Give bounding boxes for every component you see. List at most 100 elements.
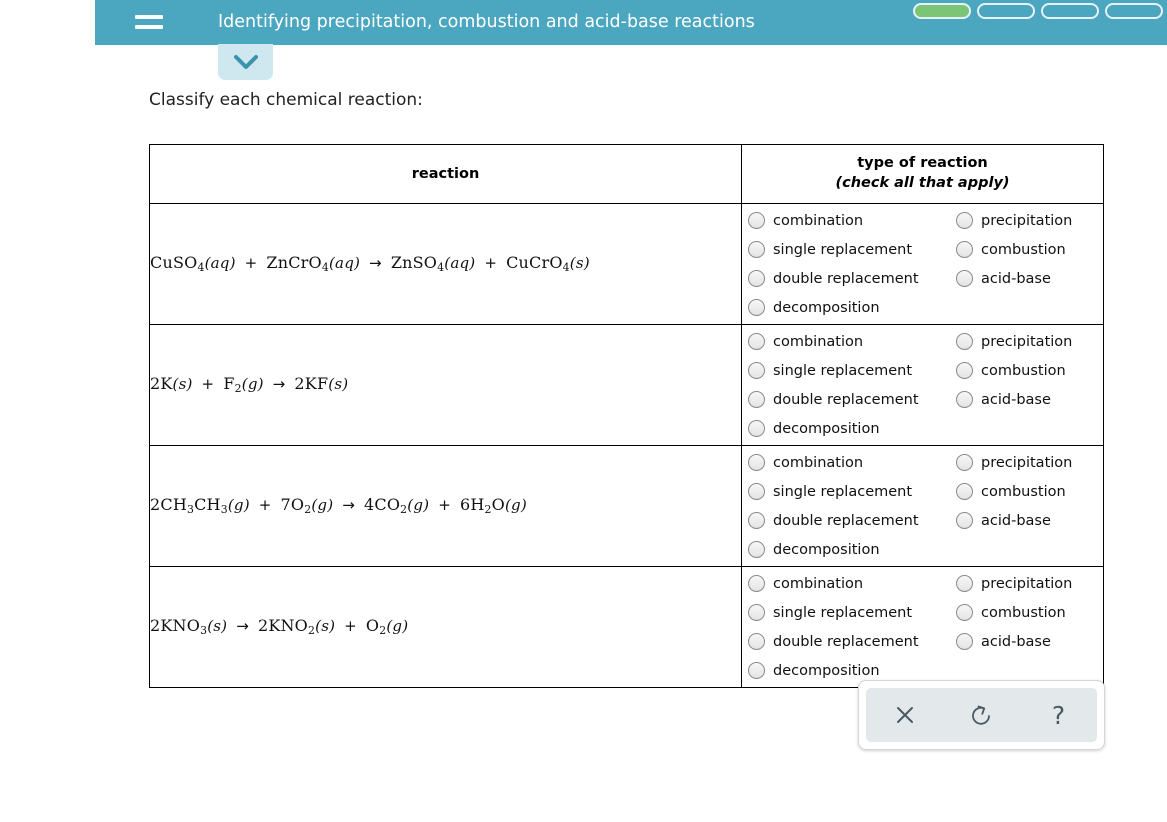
option-combustion[interactable]: combustion <box>956 356 1103 385</box>
reaction-type-options: combination precipitation single replaceme… <box>741 566 1104 688</box>
plus-operator: + <box>196 375 220 394</box>
option-combustion[interactable]: combustion <box>956 477 1103 506</box>
radio-button-icon[interactable] <box>956 391 973 408</box>
option-empty-slot <box>956 293 1103 322</box>
radio-button-icon[interactable] <box>748 541 765 558</box>
option-combination[interactable]: combination <box>748 206 956 235</box>
option-label: acid-base <box>981 270 1051 287</box>
radio-button-icon[interactable] <box>748 333 765 350</box>
options-grid: combination precipitation single replaceme… <box>742 567 1103 687</box>
option-single-replacement[interactable]: single replacement <box>748 598 956 627</box>
radio-button-icon[interactable] <box>748 662 765 679</box>
option-single-replacement[interactable]: single replacement <box>748 356 956 385</box>
reaction-arrow: → <box>337 496 361 515</box>
radio-button-icon[interactable] <box>748 212 765 229</box>
option-single-replacement[interactable]: single replacement <box>748 477 956 506</box>
chemical-species: 2CH3CH3(g) <box>150 495 250 517</box>
radio-button-icon[interactable] <box>748 270 765 287</box>
radio-button-icon[interactable] <box>956 604 973 621</box>
state-symbol: (aq) <box>204 254 236 273</box>
radio-button-icon[interactable] <box>748 362 765 379</box>
option-single-replacement[interactable]: single replacement <box>748 235 956 264</box>
answer-toolbar: ? <box>858 680 1105 750</box>
option-precipitation[interactable]: precipitation <box>956 569 1103 598</box>
chemical-species: 2KNO2(s) <box>257 616 336 638</box>
radio-button-icon[interactable] <box>956 575 973 592</box>
radio-button-icon[interactable] <box>748 454 765 471</box>
radio-button-icon[interactable] <box>956 483 973 500</box>
option-double-replacement[interactable]: double replacement <box>748 385 956 414</box>
options-grid: combination precipitation single replaceme… <box>742 204 1103 324</box>
radio-button-icon[interactable] <box>748 391 765 408</box>
option-combination[interactable]: combination <box>748 569 956 598</box>
radio-button-icon[interactable] <box>956 270 973 287</box>
chemical-species: 7O2(g) <box>280 495 334 517</box>
radio-button-icon[interactable] <box>956 333 973 350</box>
option-double-replacement[interactable]: double replacement <box>748 627 956 656</box>
option-label: acid-base <box>981 633 1051 650</box>
option-double-replacement[interactable]: double replacement <box>748 264 956 293</box>
option-empty-slot <box>956 535 1103 564</box>
option-combination[interactable]: combination <box>748 448 956 477</box>
option-decomposition[interactable]: decomposition <box>748 535 956 564</box>
reaction-type-options: combination precipitation single replaceme… <box>741 203 1104 325</box>
clear-button[interactable] <box>878 692 932 738</box>
state-symbol: (g) <box>311 496 334 515</box>
undo-button[interactable] <box>955 692 1009 738</box>
radio-button-icon[interactable] <box>748 575 765 592</box>
table-row: CuSO4(aq) + ZnCrO4(aq) → ZnSO4(aq) + CuC… <box>149 203 1104 325</box>
radio-button-icon[interactable] <box>956 454 973 471</box>
chemical-species: CuSO4(aq) <box>150 253 236 275</box>
refresh-ccw-icon <box>971 705 990 725</box>
radio-button-icon[interactable] <box>956 512 973 529</box>
state-symbol: (aq) <box>444 254 476 273</box>
chemical-species: 2KNO3(s) <box>150 616 228 638</box>
option-combustion[interactable]: combustion <box>956 235 1103 264</box>
radio-button-icon[interactable] <box>748 512 765 529</box>
radio-button-icon[interactable] <box>956 362 973 379</box>
instruction-text: Classify each chemical reaction: <box>149 90 423 110</box>
state-symbol: (s) <box>315 617 336 636</box>
option-decomposition[interactable]: decomposition <box>748 293 956 322</box>
radio-button-icon[interactable] <box>748 420 765 437</box>
plus-operator: + <box>239 254 263 273</box>
expand-panel-button[interactable] <box>218 44 273 80</box>
option-label: single replacement <box>773 604 913 621</box>
option-acid-base[interactable]: acid-base <box>956 506 1103 535</box>
chemical-species: 2KF(s) <box>294 374 349 394</box>
state-symbol: (g) <box>386 617 409 636</box>
option-label: combustion <box>981 362 1066 379</box>
question-mark-icon: ? <box>1051 700 1066 730</box>
radio-button-icon[interactable] <box>748 299 765 316</box>
option-combination[interactable]: combination <box>748 327 956 356</box>
option-acid-base[interactable]: acid-base <box>956 627 1103 656</box>
option-label: double replacement <box>773 512 919 529</box>
option-acid-base[interactable]: acid-base <box>956 385 1103 414</box>
chemical-species: CuCrO4(s) <box>506 253 590 275</box>
reaction-equation: 2CH3CH3(g) + 7O2(g) → 4CO2(g) + 6H2O(g) <box>149 445 742 567</box>
radio-button-icon[interactable] <box>956 241 973 258</box>
option-label: acid-base <box>981 512 1051 529</box>
option-label: combination <box>773 575 864 592</box>
chemical-species: 2K(s) <box>150 374 193 394</box>
help-button[interactable]: ? <box>1032 692 1086 738</box>
option-combustion[interactable]: combustion <box>956 598 1103 627</box>
reaction-arrow: → <box>267 375 291 394</box>
radio-button-icon[interactable] <box>956 633 973 650</box>
option-acid-base[interactable]: acid-base <box>956 264 1103 293</box>
option-double-replacement[interactable]: double replacement <box>748 506 956 535</box>
option-precipitation[interactable]: precipitation <box>956 448 1103 477</box>
option-label: combustion <box>981 483 1066 500</box>
option-decomposition[interactable]: decomposition <box>748 414 956 443</box>
radio-button-icon[interactable] <box>748 241 765 258</box>
option-precipitation[interactable]: precipitation <box>956 327 1103 356</box>
state-symbol: (g) <box>241 375 264 394</box>
radio-button-icon[interactable] <box>956 212 973 229</box>
radio-button-icon[interactable] <box>748 604 765 621</box>
radio-button-icon[interactable] <box>748 483 765 500</box>
radio-button-icon[interactable] <box>748 633 765 650</box>
hamburger-icon[interactable] <box>132 8 166 36</box>
option-precipitation[interactable]: precipitation <box>956 206 1103 235</box>
progress-segment <box>1105 3 1163 19</box>
options-grid: combination precipitation single replaceme… <box>742 325 1103 445</box>
